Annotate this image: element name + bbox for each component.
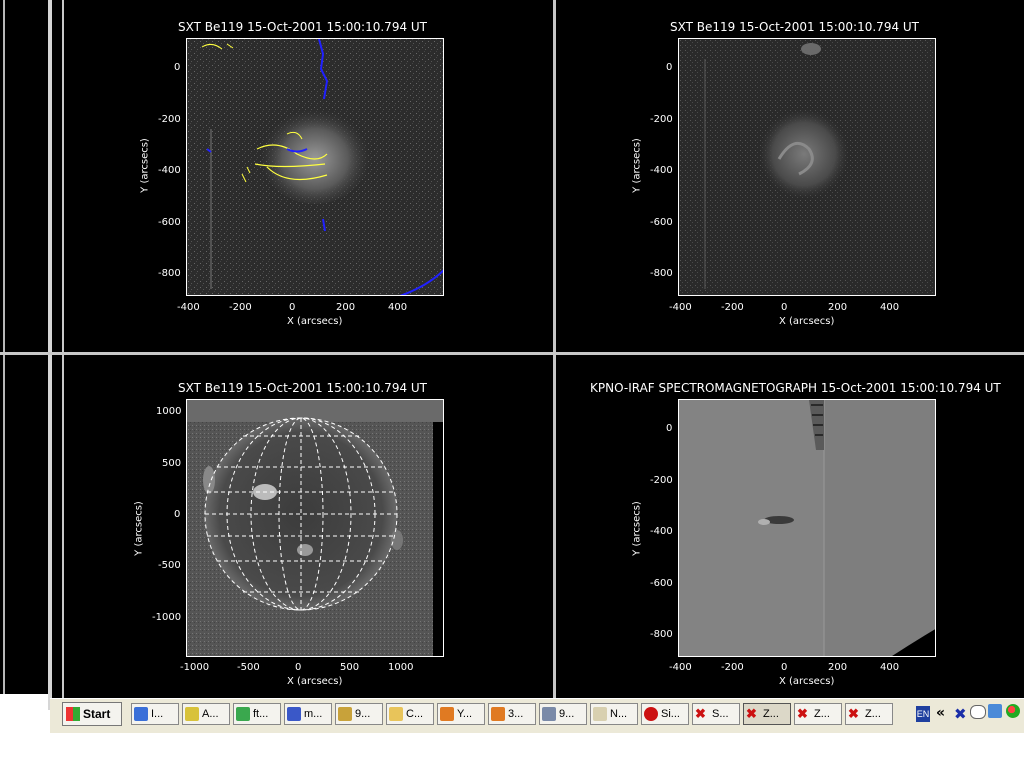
document-icon (593, 707, 607, 721)
taskbar-button-label: Z... (814, 708, 830, 720)
taskbar-button-label: 9... (559, 708, 575, 720)
taskbar-button[interactable]: ✖ Z... (794, 703, 842, 725)
taskbar-button[interactable]: 9... (539, 703, 587, 725)
taskbar-button[interactable]: 3... (488, 703, 536, 725)
start-button[interactable]: Start (62, 702, 122, 726)
magnetogram-image (679, 400, 935, 656)
y-tick-label: 0 (666, 423, 673, 434)
taskbar-button-label: C... (406, 708, 424, 720)
start-label: Start (83, 707, 111, 721)
firefox-icon (440, 707, 454, 721)
globe-icon (236, 707, 250, 721)
taskbar-button[interactable]: A... (182, 703, 230, 725)
y-tick-label: -800 (650, 629, 673, 640)
tray-status-icon[interactable] (1006, 704, 1020, 718)
taskbar-button[interactable]: ✖ Z... (845, 703, 893, 725)
y-tick-label: -200 (650, 475, 673, 486)
taskbar-button[interactable]: 9... (335, 703, 383, 725)
language-indicator[interactable]: EN (916, 706, 930, 722)
x-icon: ✖ (695, 706, 706, 721)
ie-icon (134, 707, 148, 721)
panel-title: KPNO-IRAF SPECTROMAGNETOGRAPH 15-Oct-200… (590, 381, 1001, 395)
windows-logo-icon (66, 707, 80, 721)
taskbar-button-label: I... (151, 708, 164, 720)
taskbar-button[interactable]: m... (284, 703, 332, 725)
x-tick-label: 0 (781, 662, 788, 673)
taskbar-button[interactable]: Si... (641, 703, 689, 725)
taskbar-button-label: 3... (508, 708, 524, 720)
x-icon: ✖ (848, 706, 859, 721)
tool-icon (338, 707, 352, 721)
y-axis-label: Y (arcsecs) (631, 501, 643, 556)
taskbar: Start I... A... ft... m... 9... C... Y... 3... 9… (50, 698, 1024, 733)
taskbar-button[interactable]: I... (131, 703, 179, 725)
taskbar-button-label: S... (712, 708, 729, 720)
tray-chat-icon[interactable] (970, 705, 986, 719)
app-icon (185, 707, 199, 721)
magnetogram-plot[interactable] (678, 399, 936, 657)
taskbar-button[interactable]: ✖ Z... (743, 703, 791, 725)
x-tick-label: 400 (880, 662, 900, 673)
taskbar-button-label: A... (202, 708, 219, 720)
folder-icon (389, 707, 403, 721)
taskbar-button-label: Y... (457, 708, 473, 720)
taskbar-button-label: Si... (661, 708, 680, 720)
taskbar-button[interactable]: ✖ S... (692, 703, 740, 725)
taskbar-button-label: Z... (865, 708, 881, 720)
x-icon: ✖ (746, 706, 757, 721)
panel-bottom-right: KPNO-IRAF SPECTROMAGNETOGRAPH 15-Oct-200… (0, 0, 1024, 768)
record-icon (644, 707, 658, 721)
tray-x-icon[interactable]: ✖ (954, 705, 967, 723)
x-tick-label: -200 (721, 662, 744, 673)
network-icon (287, 707, 301, 721)
taskbar-button[interactable]: ft... (233, 703, 281, 725)
chevron-label: « (936, 705, 946, 721)
taskbar-button-label: ft... (253, 708, 269, 720)
taskbar-button-label: N... (610, 708, 628, 720)
tray-network-icon[interactable] (988, 704, 1002, 718)
x-axis-label: X (arcsecs) (779, 676, 835, 687)
y-tick-label: -600 (650, 578, 673, 589)
firefox-icon (491, 707, 505, 721)
show-hidden-icons-button[interactable]: « (936, 705, 945, 721)
taskbar-button-label: 9... (355, 708, 371, 720)
x-icon: ✖ (797, 706, 808, 721)
taskbar-button[interactable]: N... (590, 703, 638, 725)
x-tick-label: -400 (669, 662, 692, 673)
x-tick-label: 200 (828, 662, 848, 673)
taskbar-button-label: m... (304, 708, 323, 720)
taskbar-button-label: Z... (763, 708, 779, 720)
y-tick-label: -400 (650, 526, 673, 537)
taskbar-button[interactable]: Y... (437, 703, 485, 725)
window-icon (542, 707, 556, 721)
language-label: EN (916, 709, 930, 719)
taskbar-button[interactable]: C... (386, 703, 434, 725)
